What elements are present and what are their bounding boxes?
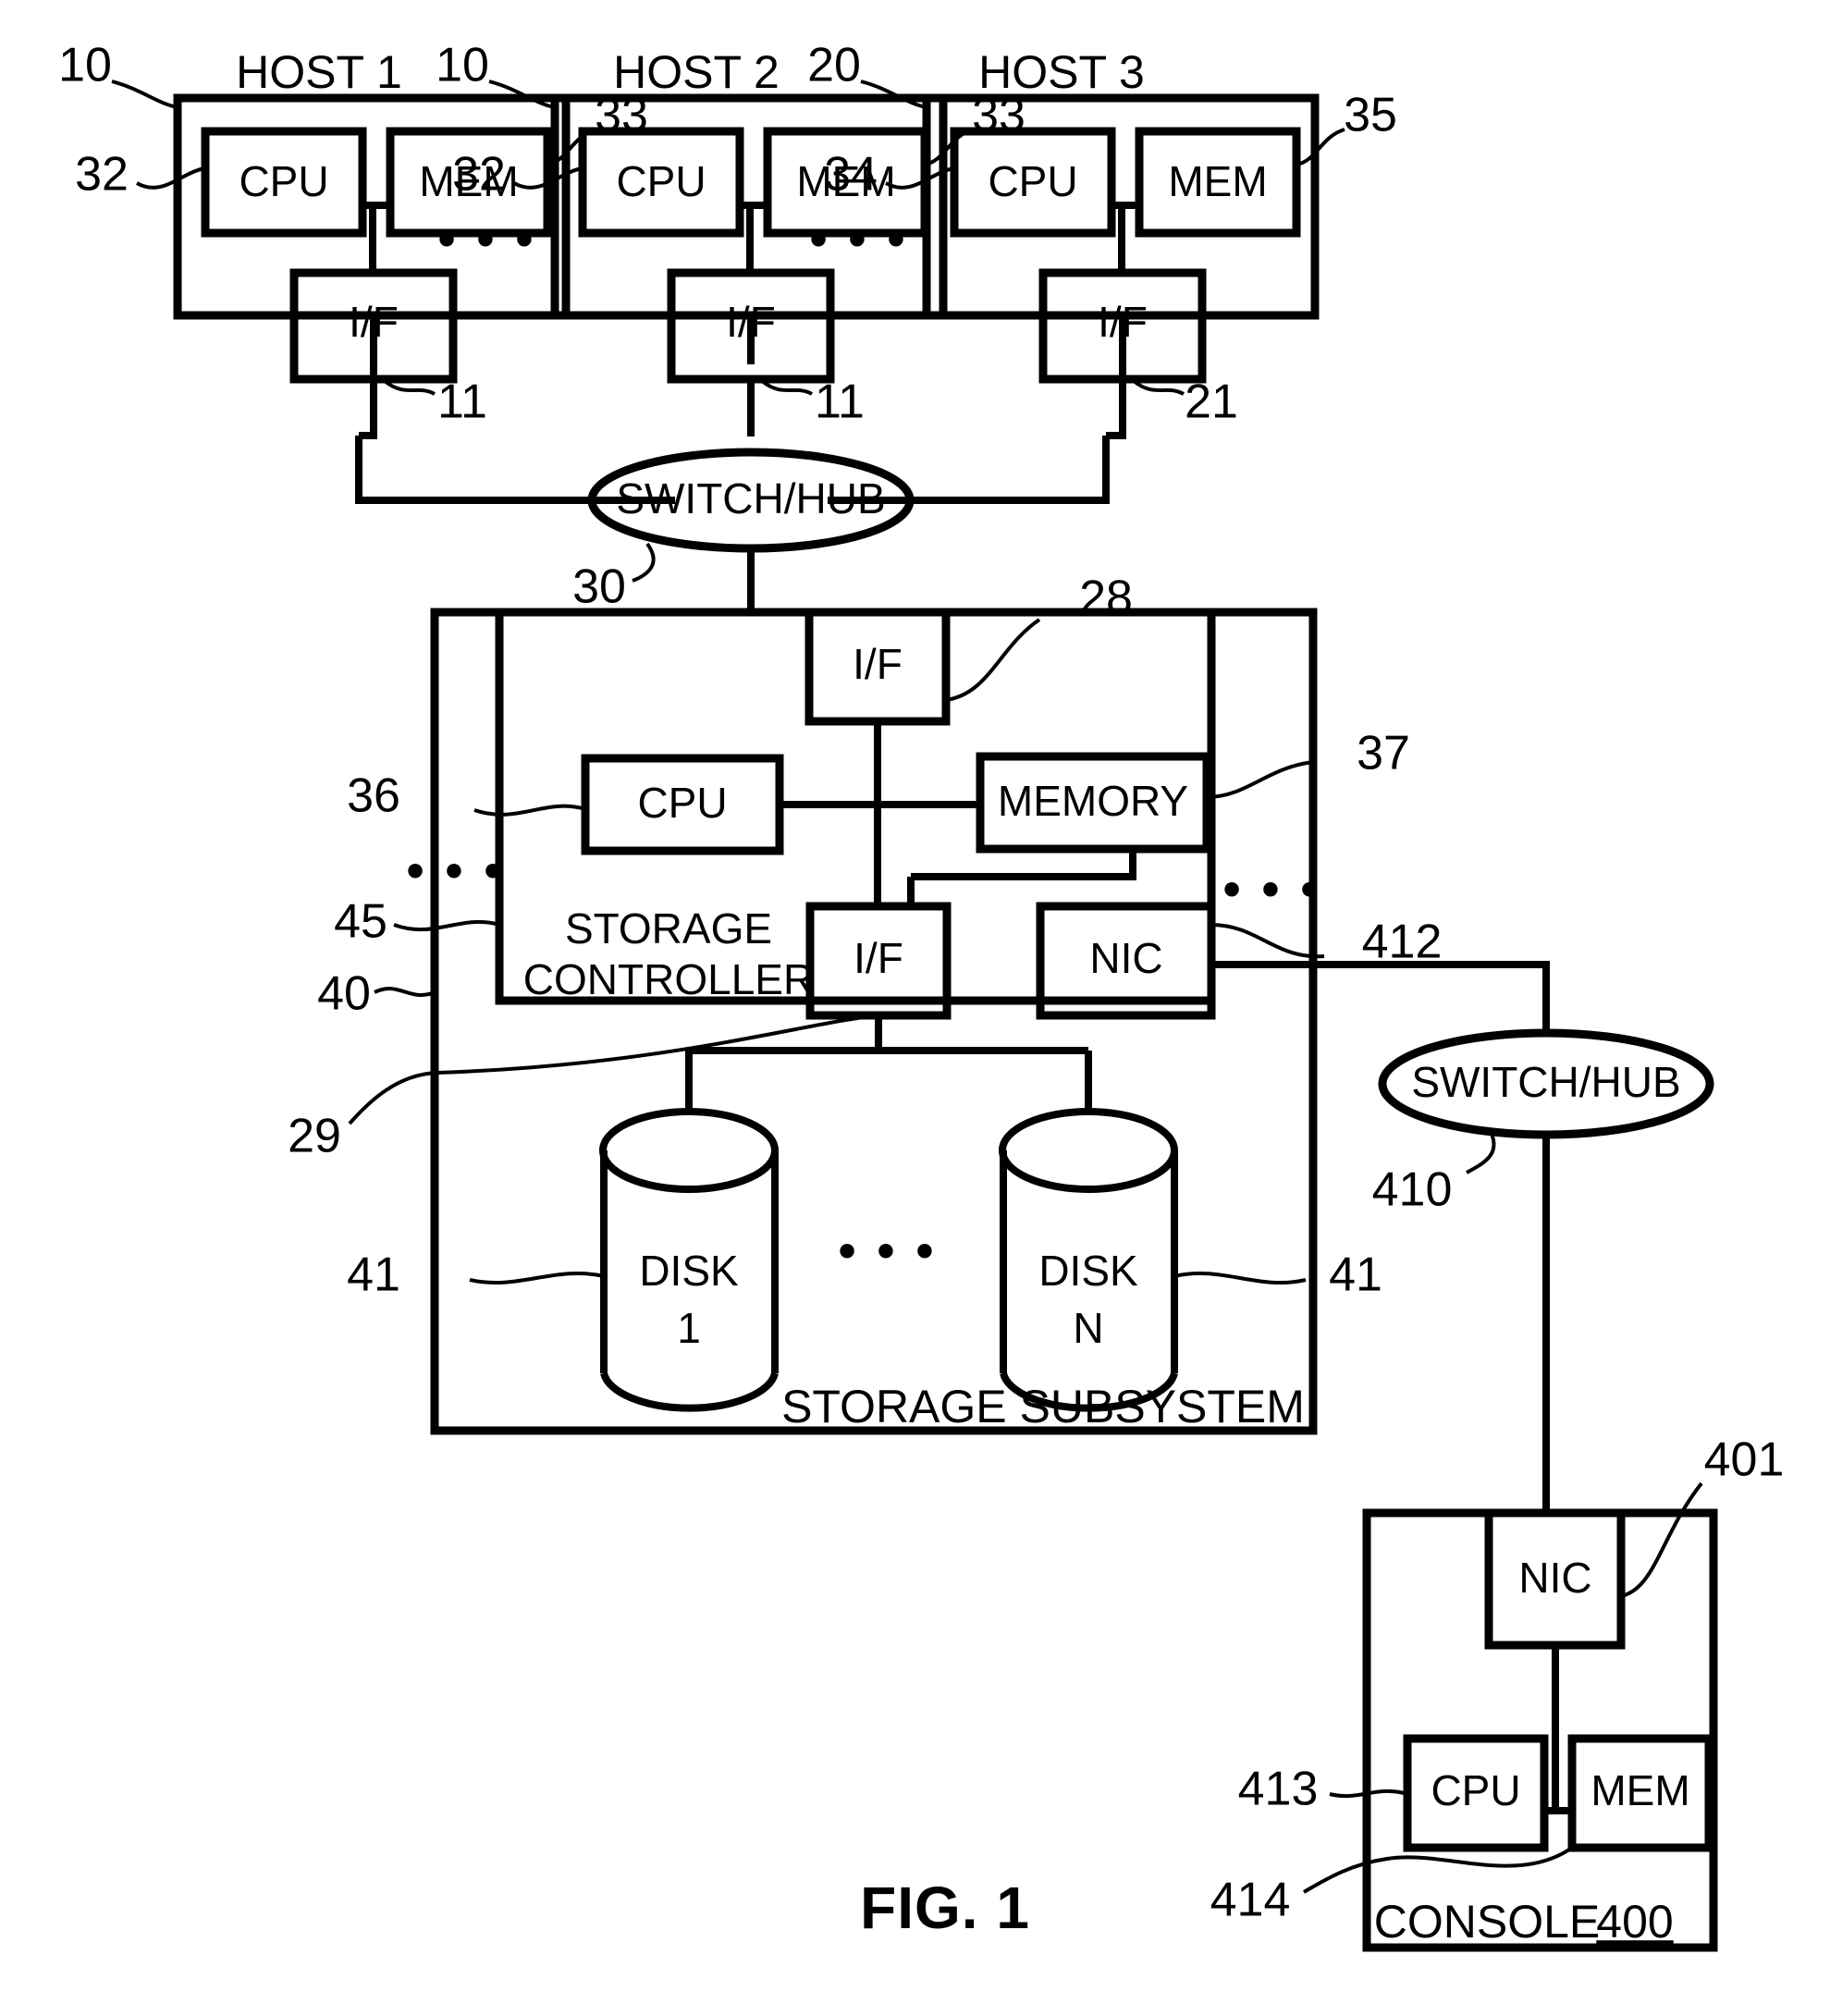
- storage-controller-ref: 45: [334, 895, 387, 949]
- console-cpu-ref: 413: [1238, 1763, 1319, 1816]
- storage-disk-if-ref: 29: [288, 1110, 341, 1163]
- storage-cpu-label: CPU: [637, 779, 727, 827]
- console-group: NIC 401 CPU 413 MEM 414 CONSOLE 400: [1210, 1433, 1785, 1952]
- front-switch-hub-group: SWITCH/HUB 30: [572, 448, 915, 614]
- storage-nic-label: NIC: [1089, 934, 1162, 982]
- host-2-title: HOST 2: [613, 46, 780, 98]
- host-1-if-ref: 11: [437, 375, 487, 429]
- host-gap-ellipsis-2: • • •: [810, 211, 909, 266]
- management-switch-hub-group: SWITCH/HUB 410: [1372, 1028, 1714, 1513]
- storage-host-if-ref: 28: [1079, 572, 1133, 625]
- management-switch-hub-label: SWITCH/HUB: [1411, 1058, 1680, 1106]
- host-3-if-ref: 21: [1185, 375, 1238, 429]
- disks-ellipsis: • • •: [839, 1223, 938, 1278]
- host-2-box-ref: 10: [436, 39, 489, 92]
- host-2-cpu-label: CPU: [616, 157, 706, 205]
- host-gap-ellipsis-1: • • •: [438, 211, 537, 266]
- patent-figure: HOST 1 CPU MEM I/F 10 32 33 11 HOST 2 CP…: [0, 0, 1830, 2016]
- storage-subsystem-title: STORAGE SUBSYSTEM: [781, 1381, 1305, 1432]
- disk-1-label-line2: 1: [677, 1304, 701, 1352]
- host-1-group: HOST 1 CPU MEM I/F 10 32 33 11: [58, 39, 675, 504]
- console-mem-label: MEM: [1591, 1766, 1689, 1814]
- host-3-group: HOST 3 CPU MEM I/F 20 34 35 21 • • •: [807, 39, 1397, 504]
- host-3-mem-ref: 35: [1344, 89, 1397, 142]
- disk-n-group: DISK N 41: [999, 1108, 1382, 1412]
- figure-diagram: HOST 1 CPU MEM I/F 10 32 33 11 HOST 2 CP…: [58, 39, 1785, 1952]
- host-1-box-ref: 10: [58, 39, 112, 92]
- storage-controller-ellipsis: • • •: [407, 842, 506, 898]
- host-1-cpu-ref: 32: [75, 148, 129, 202]
- disk-n-label-line1: DISK: [1038, 1247, 1138, 1295]
- storage-memory-label: MEMORY: [998, 777, 1188, 825]
- console-mem-ref: 414: [1210, 1874, 1291, 1927]
- management-switch-hub-ref: 410: [1372, 1163, 1453, 1217]
- front-switch-hub-label: SWITCH/HUB: [616, 474, 885, 522]
- host-3-title: HOST 3: [978, 46, 1145, 98]
- storage-cpu-ref: 36: [347, 769, 400, 823]
- console-nic-label: NIC: [1518, 1554, 1591, 1602]
- disk-n-ref: 41: [1329, 1248, 1382, 1302]
- disk-1-group: DISK 1 41: [347, 1108, 779, 1412]
- host-3-cpu-ref: 34: [824, 148, 878, 202]
- storage-memory-ref: 37: [1357, 727, 1410, 781]
- figure-caption: FIG. 1: [860, 1875, 1030, 1941]
- storage-subsystem-group: I/F 28 CPU 36 MEMORY 37 I/F NIC 412 • • …: [288, 572, 1550, 1435]
- console-title: CONSOLE: [1374, 1896, 1601, 1948]
- front-switch-hub-ref: 30: [572, 560, 626, 614]
- host-2-cpu-ref: 32: [452, 148, 506, 202]
- storage-controller-line1: STORAGE: [565, 904, 772, 953]
- console-cpu-label: CPU: [1431, 1766, 1520, 1814]
- host-3-mem-label: MEM: [1168, 157, 1267, 205]
- storage-host-if-label: I/F: [853, 640, 903, 688]
- host-3-cpu-label: CPU: [988, 157, 1077, 205]
- storage-disk-if-label: I/F: [854, 934, 903, 982]
- host-1-cpu-label: CPU: [239, 157, 328, 205]
- disk-1-label-line1: DISK: [639, 1247, 739, 1295]
- storage-right-ellipsis: • • •: [1223, 861, 1322, 916]
- disk-1-ref: 41: [347, 1248, 400, 1302]
- storage-controller-line2: CONTROLLER: [523, 955, 814, 1003]
- host-2-if-ref: 11: [815, 375, 865, 429]
- console-title-ref: 400: [1596, 1896, 1673, 1948]
- host-3-box-ref: 20: [807, 39, 861, 92]
- console-nic-ref: 401: [1704, 1433, 1785, 1487]
- disk-n-label-line2: N: [1073, 1304, 1103, 1352]
- storage-subsystem-ref: 40: [317, 967, 371, 1021]
- host-1-title: HOST 1: [236, 46, 402, 98]
